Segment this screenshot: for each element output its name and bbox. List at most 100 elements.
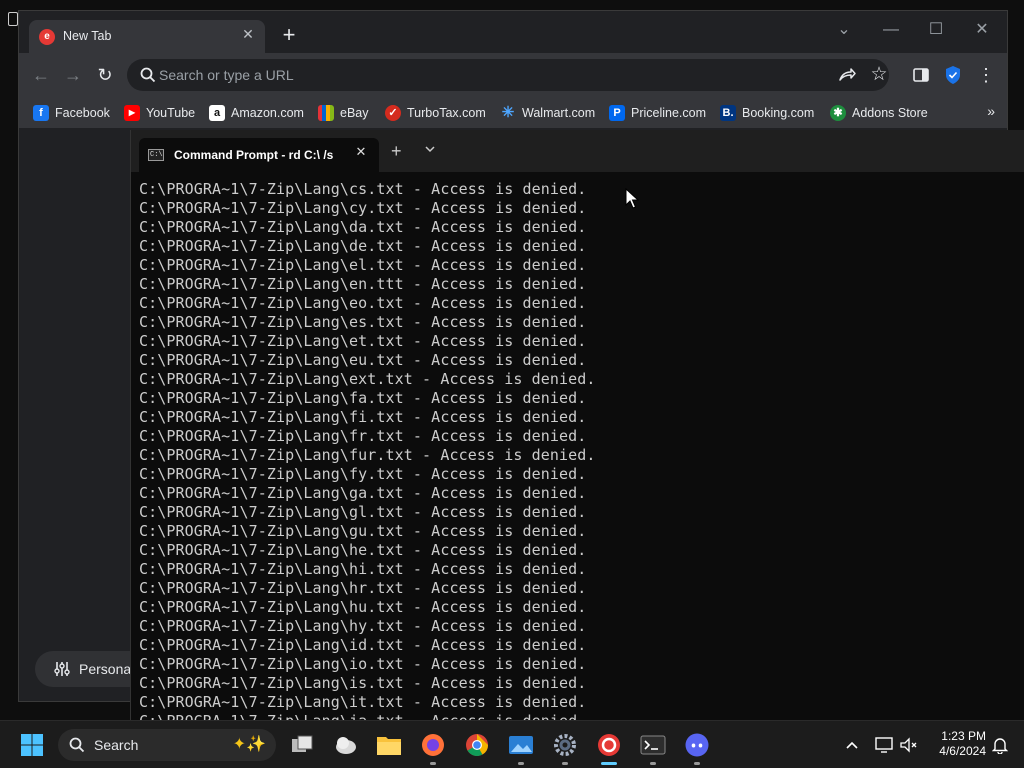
chrome-icon (466, 734, 488, 756)
task-view-button[interactable] (286, 729, 318, 761)
maximize-icon[interactable]: ☐ (919, 17, 953, 43)
terminal-line: C:\PROGRA~1\7-Zip\Lang\is.txt - Access i… (139, 674, 587, 692)
terminal-tab-title: Command Prompt - rd C:\ /s (174, 148, 334, 162)
clock-time: 1:23 PM (941, 729, 986, 743)
bookmark-walmart[interactable]: ✳ Walmart.com (500, 103, 595, 123)
clock-date: 4/6/2024 (939, 744, 986, 758)
chevron-down-icon[interactable] (423, 142, 437, 156)
close-window-icon[interactable]: ✕ (965, 17, 999, 43)
terminal-button[interactable] (637, 729, 669, 765)
taskbar-search-box[interactable]: Search ✦✨ (58, 729, 276, 761)
terminal-line: C:\PROGRA~1\7-Zip\Lang\hy.txt - Access i… (139, 617, 587, 635)
discord-button[interactable] (681, 729, 713, 765)
terminal-output[interactable]: C:\PROGRA~1\7-Zip\Lang\cs.txt - Access i… (139, 180, 1019, 720)
bookmark-youtube[interactable]: ▶ YouTube (124, 103, 195, 123)
url-input[interactable] (159, 59, 809, 91)
firefox-button[interactable] (417, 729, 449, 765)
ebay-icon (318, 105, 334, 121)
bookmark-booking[interactable]: B. Booking.com (720, 103, 814, 123)
tab-close-icon[interactable]: ✕ (239, 25, 257, 43)
terminal-new-tab-button[interactable]: + (391, 141, 402, 162)
running-indicator (650, 762, 656, 765)
settings-button[interactable] (549, 729, 581, 765)
terminal-line: C:\PROGRA~1\7-Zip\Lang\ext.txt - Access … (139, 370, 596, 388)
terminal-line: C:\PROGRA~1\7-Zip\Lang\it.txt - Access i… (139, 693, 587, 711)
bookmark-priceline[interactable]: P Priceline.com (609, 103, 706, 123)
network-icon (875, 737, 893, 753)
turbotax-icon: ✓ (385, 105, 401, 121)
bookmark-facebook[interactable]: f Facebook (33, 103, 110, 123)
terminal-line: C:\PROGRA~1\7-Zip\Lang\et.txt - Access i… (139, 332, 587, 350)
running-indicator (694, 762, 700, 765)
taskbar-search-label: Search (94, 737, 139, 753)
terminal-line: C:\PROGRA~1\7-Zip\Lang\io.txt - Access i… (139, 655, 587, 673)
photos-icon (509, 736, 533, 754)
terminal-line: C:\PROGRA~1\7-Zip\Lang\hi.txt - Access i… (139, 560, 587, 578)
bookmark-addons-store[interactable]: ✱ Addons Store (830, 103, 928, 123)
photos-button[interactable] (505, 729, 537, 765)
bookmark-amazon[interactable]: a Amazon.com (209, 103, 304, 123)
file-explorer-button[interactable] (373, 729, 405, 761)
bookmark-label: Amazon.com (231, 106, 304, 120)
terminal-tab-close-icon[interactable]: ✕ (353, 144, 369, 162)
minimize-icon[interactable]: — (874, 17, 908, 43)
start-button[interactable] (16, 729, 48, 761)
facebook-icon: f (33, 105, 49, 121)
running-indicator (430, 762, 436, 765)
weather-icon (336, 737, 356, 754)
volume-button[interactable] (893, 729, 925, 761)
clock[interactable]: 1:23 PM 4/6/2024 (930, 729, 986, 759)
running-indicator (562, 762, 568, 765)
tab-search-icon[interactable]: ⌄ (827, 17, 861, 43)
toolbar: ← → ↻ ☆ ⋮ (19, 53, 1007, 97)
terminal-tab-bar: C:\ Command Prompt - rd C:\ /s ✕ + (131, 130, 1024, 172)
terminal-line: C:\PROGRA~1\7-Zip\Lang\cy.txt - Access i… (139, 199, 587, 217)
running-indicator (518, 762, 524, 765)
chrome-button[interactable] (461, 729, 493, 761)
weather-button[interactable] (330, 729, 362, 761)
command-prompt-icon: C:\ (148, 149, 164, 161)
taskbar: Search ✦✨ 1:23 PM 4/6/2024 (0, 720, 1024, 768)
mouse-pointer-icon (625, 188, 639, 209)
notifications-button[interactable] (984, 729, 1016, 761)
bookmark-star-icon[interactable]: ☆ (869, 63, 889, 85)
bookmark-label: eBay (340, 106, 369, 120)
bookmark-label: Booking.com (742, 106, 815, 120)
tab-new-tab[interactable]: e New Tab ✕ (29, 20, 265, 54)
active-indicator (601, 762, 617, 765)
desktop-shortcut-icon[interactable] (8, 12, 18, 26)
settings-icon (554, 734, 576, 756)
back-arrow-icon[interactable]: ← (29, 63, 53, 87)
volume-muted-icon (900, 737, 917, 753)
side-panel-icon[interactable] (911, 65, 931, 85)
terminal-line: C:\PROGRA~1\7-Zip\Lang\gl.txt - Access i… (139, 503, 587, 521)
terminal-line: C:\PROGRA~1\7-Zip\Lang\es.txt - Access i… (139, 313, 587, 331)
chevron-up-icon (846, 741, 858, 749)
terminal-line: C:\PROGRA~1\7-Zip\Lang\el.txt - Access i… (139, 256, 587, 274)
terminal-line: C:\PROGRA~1\7-Zip\Lang\fy.txt - Access i… (139, 465, 587, 483)
browser-app-button[interactable] (593, 729, 625, 765)
address-bar[interactable]: ☆ (127, 59, 889, 91)
show-hidden-icons-button[interactable] (836, 729, 868, 761)
bell-icon (992, 738, 1008, 754)
browser-favicon-icon: e (39, 29, 55, 45)
copilot-sparkle-icon: ✦✨ (232, 736, 266, 753)
more-bookmarks-icon[interactable]: » (987, 103, 995, 119)
firefox-icon (422, 734, 444, 756)
forward-arrow-icon[interactable]: → (61, 63, 85, 87)
file-explorer-icon (377, 737, 401, 755)
reload-icon[interactable]: ↻ (93, 63, 117, 87)
share-icon[interactable] (837, 65, 857, 85)
bookmark-ebay[interactable]: eBay (318, 103, 369, 123)
bookmark-turbotax[interactable]: ✓ TurboTax.com (385, 103, 486, 123)
bookmark-label: Facebook (55, 106, 110, 120)
terminal-line: C:\PROGRA~1\7-Zip\Lang\he.txt - Access i… (139, 541, 587, 559)
more-menu-icon[interactable]: ⋮ (977, 63, 995, 87)
terminal-tab[interactable]: C:\ Command Prompt - rd C:\ /s ✕ (139, 138, 379, 172)
search-icon (140, 67, 156, 83)
priceline-icon: P (609, 105, 625, 121)
new-tab-button[interactable]: + (276, 23, 302, 49)
extension-shield-icon[interactable] (944, 65, 962, 85)
terminal-line: C:\PROGRA~1\7-Zip\Lang\eu.txt - Access i… (139, 351, 587, 369)
terminal-line: C:\PROGRA~1\7-Zip\Lang\gu.txt - Access i… (139, 522, 587, 540)
